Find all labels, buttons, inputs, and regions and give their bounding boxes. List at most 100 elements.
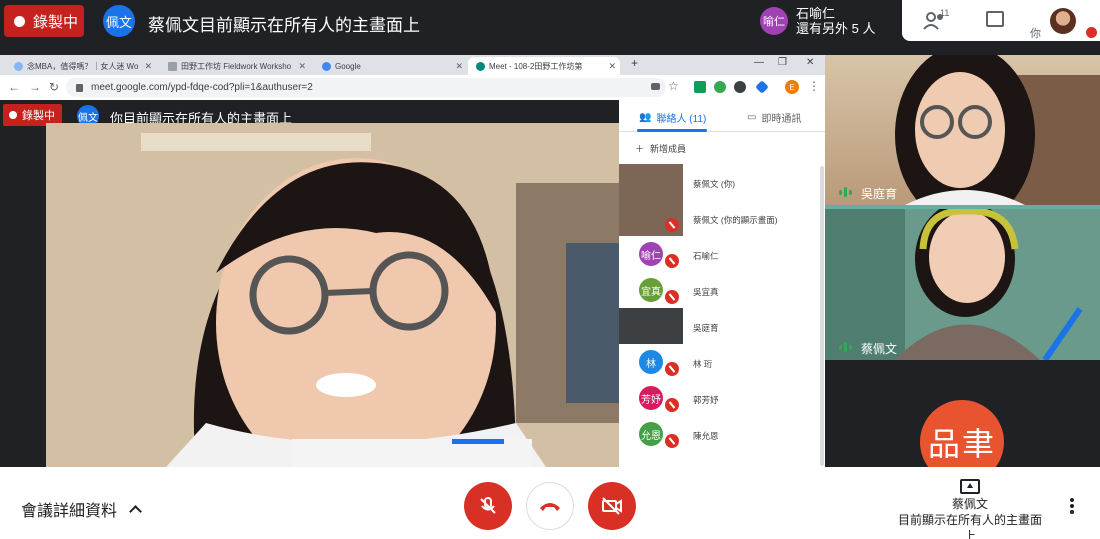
participant-chip[interactable]: 喻仁 石喻仁 還有另外 5 人 — [760, 6, 875, 36]
participant-thumbnail — [619, 164, 683, 200]
presenter-name: 蔡佩文 — [951, 497, 988, 511]
tab-favicon-icon — [168, 61, 177, 71]
shared-meet-page: 錄製中 佩文 你目前顯示在所有人的主畫面上 👥 聯絡人 (11) ▭ 即時通訊 … — [0, 100, 825, 467]
chat-icon[interactable] — [986, 11, 1004, 27]
tab-favicon-icon — [14, 61, 23, 71]
tile-name: 蔡佩文 — [861, 342, 898, 356]
record-dot-icon — [9, 111, 17, 119]
audio-level-icon — [839, 186, 853, 198]
participant-name: 蔡佩文 (你的顯示畫面) — [693, 215, 778, 225]
close-tab-icon[interactable]: ✕ — [298, 61, 306, 72]
record-dot-icon — [14, 15, 25, 27]
camera-off-icon — [602, 497, 622, 515]
tab-strip: 念MBA，值得嗎？｜女人迷 Wo ✕ 田野工作坊 Fieldwork Works… — [0, 55, 825, 75]
others-count-text: 還有另外 5 人 — [796, 21, 876, 36]
chat-tab-label: 即時通訊 — [761, 114, 802, 125]
participant-avatar: 喻仁 — [639, 242, 663, 266]
profile-avatar[interactable]: E — [785, 80, 799, 94]
tab-favicon-icon — [322, 61, 331, 71]
participant-row[interactable]: 蔡佩文 (你) — [619, 164, 819, 200]
sidebar-scrollbar[interactable] — [820, 166, 824, 466]
video-tile-active: 蔡佩文 — [825, 205, 1100, 360]
tab-meet[interactable]: Meet - 108-2田野工作坊第 ✕ — [468, 57, 620, 75]
mic-off-icon — [665, 254, 679, 268]
main-video — [46, 123, 619, 467]
new-tab-button[interactable]: + — [631, 56, 638, 70]
tab-womany[interactable]: 念MBA，值得嗎？｜女人迷 Wo ✕ — [6, 57, 156, 75]
close-window-button[interactable]: ✕ — [806, 57, 814, 68]
participant-row[interactable]: 蔡佩文 (你的顯示畫面) — [619, 200, 819, 236]
shared-browser-window: 念MBA，值得嗎？｜女人迷 Wo ✕ 田野工作坊 Fieldwork Works… — [0, 55, 825, 467]
meeting-details-label: 會議詳細資料 — [21, 503, 118, 520]
address-bar[interactable]: meet.google.com/ypd-fdqe-cod?pli=1&authu… — [66, 78, 666, 97]
more-menu-icon[interactable]: ⋮ — [808, 79, 820, 93]
tab-label: 念MBA，值得嗎？｜女人迷 Wo — [27, 61, 139, 71]
tile-video-frame — [825, 209, 1100, 360]
tab-label: Meet - 108-2田野工作坊第 — [489, 61, 583, 71]
participant-avatar: 林 — [639, 350, 663, 374]
participant-name: 吳庭育 — [693, 323, 719, 333]
hang-up-button[interactable] — [526, 482, 574, 530]
add-person-icon: ＋ — [635, 144, 645, 154]
star-icon[interactable]: ☆ — [668, 79, 679, 93]
extension-blue-icon[interactable] — [755, 80, 769, 94]
participant-row[interactable]: 芳妤 郭芳妤 — [619, 380, 819, 416]
recording-label: 錄製中 — [33, 13, 79, 31]
mic-off-icon — [665, 398, 679, 412]
participant-name: 吳宜真 — [693, 287, 719, 297]
participant-row[interactable]: 吳庭育 — [619, 308, 819, 344]
browser-toolbar: ← → ↻ meet.google.com/ypd-fdqe-cod?pli=1… — [0, 75, 825, 100]
participant-avatar: 喻仁 — [760, 7, 788, 35]
tab-chat[interactable]: ▭ 即時通訊 — [747, 110, 801, 125]
tile-name: 吳庭育 — [861, 187, 898, 201]
tab-contacts[interactable]: 👥 聯絡人 (11) — [639, 110, 706, 125]
me-label: 你 — [1030, 28, 1041, 40]
mic-off-icon — [665, 434, 679, 448]
camera-icon[interactable] — [651, 83, 660, 90]
tab-label: 田野工作坊 Fieldwork Worksho — [181, 61, 292, 71]
lock-icon — [76, 83, 83, 92]
tab-favicon-icon — [476, 61, 485, 71]
presentation-status-text: 目前顯示在所有人的主畫面上 — [897, 513, 1042, 539]
mic-off-icon — [1086, 27, 1097, 38]
extension-evernote-icon[interactable] — [714, 81, 726, 93]
mic-toggle-button[interactable] — [464, 482, 512, 530]
recording-badge: 錄製中 — [4, 5, 84, 37]
video-tile: 吳庭育 — [825, 55, 1100, 205]
participant-name: 石喻仁 — [796, 6, 836, 21]
reload-icon[interactable]: ↻ — [49, 80, 59, 94]
meeting-details-button[interactable]: 會議詳細資料 — [21, 497, 142, 521]
tab-google[interactable]: Google ✕ — [314, 57, 467, 75]
tab-label: Google — [335, 61, 361, 71]
close-tab-icon[interactable]: ✕ — [455, 61, 463, 72]
presentation-status[interactable]: 蔡佩文 目前顯示在所有人的主畫面上 — [895, 479, 1045, 539]
add-member-button[interactable]: ＋ 新增成員 — [635, 142, 686, 155]
participant-row[interactable]: 宜真 吳宜真 — [619, 272, 819, 308]
camera-toggle-button[interactable] — [588, 482, 636, 530]
participant-row[interactable]: 允恩 陳允恩 — [619, 416, 819, 452]
more-options-icon[interactable] — [1070, 498, 1074, 514]
mic-off-icon — [665, 218, 679, 232]
participant-name: 石喻仁 — [693, 251, 719, 261]
participant-avatar: 芳妤 — [639, 386, 663, 410]
participant-row[interactable]: 喻仁 石喻仁 — [619, 236, 819, 272]
restore-button[interactable]: ❐ — [778, 57, 787, 68]
tab-fieldwork[interactable]: 田野工作坊 Fieldwork Worksho ✕ — [160, 57, 310, 75]
back-icon[interactable]: ← — [8, 80, 20, 94]
minimize-button[interactable]: — — [754, 57, 764, 68]
forward-icon[interactable]: → — [29, 80, 41, 94]
close-tab-icon[interactable]: ✕ — [608, 61, 616, 72]
inner-recording-label: 錄製中 — [22, 110, 55, 122]
sidebar-tabs: 👥 聯絡人 (11) ▭ 即時通訊 — [619, 100, 825, 132]
participant-name: 陳允恩 — [693, 431, 719, 441]
participant-avatar: 宜真 — [639, 278, 663, 302]
chat-icon: ▭ — [747, 112, 757, 123]
extension-check-icon[interactable] — [694, 81, 706, 93]
participant-row[interactable]: 林林 珩 — [619, 344, 819, 380]
chevron-up-icon — [129, 504, 142, 518]
speaker-video-frame — [46, 123, 619, 467]
participant-name: 郭芳妤 — [693, 395, 719, 405]
top-right-panel: 11 你 — [902, 0, 1100, 41]
extension-dots-icon[interactable] — [734, 81, 746, 93]
close-tab-icon[interactable]: ✕ — [144, 61, 152, 72]
